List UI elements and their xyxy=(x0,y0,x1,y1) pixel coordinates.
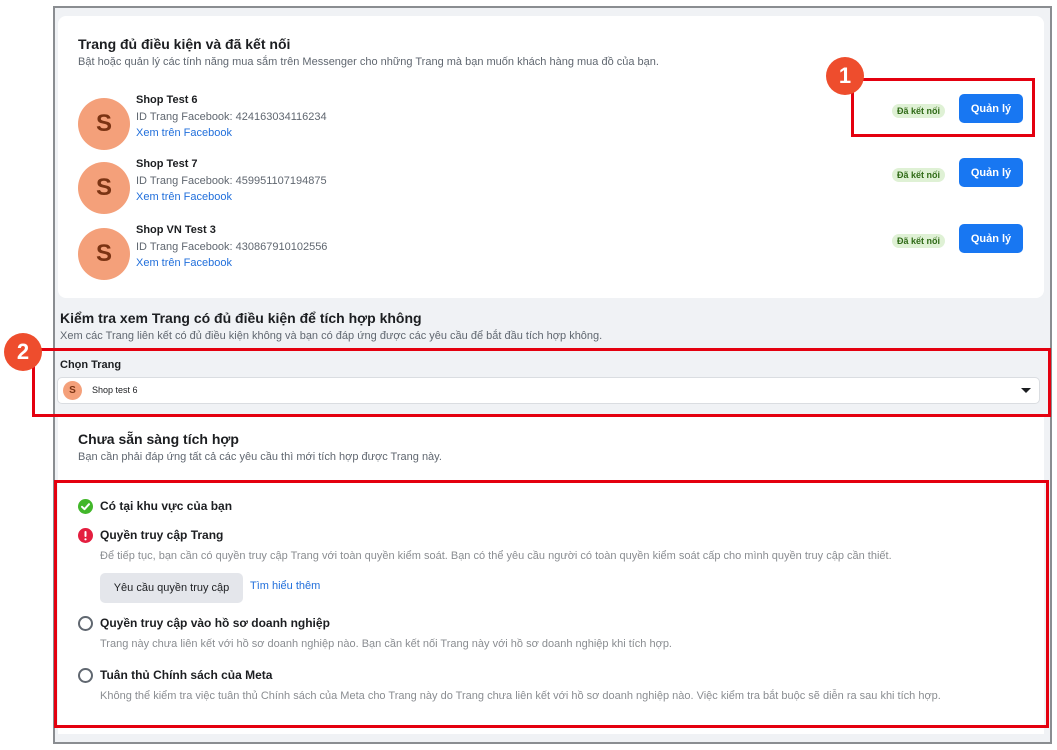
readiness-title: Chưa sẵn sàng tích hợp xyxy=(78,431,239,447)
page-avatar: S xyxy=(78,228,130,280)
page-avatar: S xyxy=(78,98,130,150)
readiness-subtitle: Bạn cần phải đáp ứng tất cả các yêu cầu … xyxy=(78,451,442,463)
eligibility-check-subtitle: Xem các Trang liên kết có đủ điều kiện k… xyxy=(60,330,603,342)
page-name: Shop Test 6 xyxy=(136,94,198,106)
manage-button[interactable]: Quản lý xyxy=(959,224,1023,253)
view-on-facebook-link[interactable]: Xem trên Facebook xyxy=(136,257,232,269)
page-avatar: S xyxy=(78,162,130,214)
view-on-facebook-link[interactable]: Xem trên Facebook xyxy=(136,191,232,203)
connected-badge: Đã kết nối xyxy=(892,234,946,248)
annotation-number-1: 1 xyxy=(826,57,864,95)
connected-badge: Đã kết nối xyxy=(892,168,946,182)
eligibility-check-title: Kiểm tra xem Trang có đủ điều kiện để tí… xyxy=(60,310,422,326)
page-id: ID Trang Facebook: 430867910102556 xyxy=(136,241,328,253)
page-row: S Shop VN Test 3 ID Trang Facebook: 4308… xyxy=(78,224,1038,284)
annotation-box-3 xyxy=(54,480,1049,728)
page-row: S Shop Test 7 ID Trang Facebook: 4599511… xyxy=(78,158,1038,218)
page-name: Shop VN Test 3 xyxy=(136,224,216,236)
annotation-box-2 xyxy=(32,348,1051,417)
eligible-pages-title: Trang đủ điều kiện và đã kết nối xyxy=(78,36,291,52)
page-id: ID Trang Facebook: 459951107194875 xyxy=(136,175,327,187)
page-id: ID Trang Facebook: 424163034116234 xyxy=(136,111,327,123)
annotation-number-2: 2 xyxy=(4,333,42,371)
view-on-facebook-link[interactable]: Xem trên Facebook xyxy=(136,127,232,139)
manage-button[interactable]: Quản lý xyxy=(959,158,1023,187)
eligible-pages-subtitle: Bật hoặc quản lý các tính năng mua sắm t… xyxy=(78,56,659,68)
annotation-box-1 xyxy=(851,78,1035,137)
page-name: Shop Test 7 xyxy=(136,158,198,170)
